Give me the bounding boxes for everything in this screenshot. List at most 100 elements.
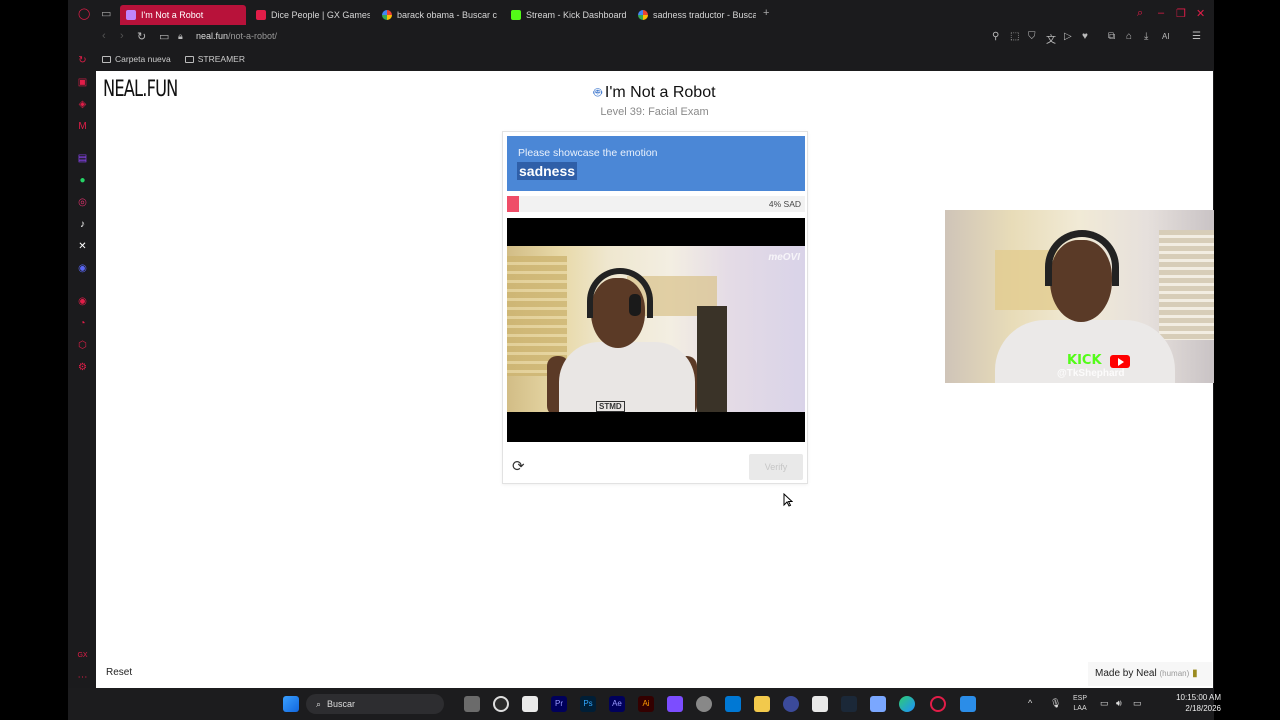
video-watermark: meOVI: [768, 252, 800, 263]
tab-label: sadness traductor - Busca: [653, 10, 756, 20]
vscode-icon[interactable]: [725, 696, 741, 712]
shield-icon[interactable]: ⛉: [1028, 31, 1036, 42]
edge-icon[interactable]: [899, 696, 915, 712]
lang-bottom: LAA: [1073, 705, 1087, 712]
made-by-note: (human): [1159, 669, 1190, 678]
search-tabs-icon[interactable]: ⌕: [1137, 7, 1143, 20]
ai-button[interactable]: AI: [1162, 32, 1170, 41]
refresh-challenge-icon[interactable]: ⟳: [512, 457, 525, 475]
heart-icon[interactable]: ♥: [1082, 31, 1088, 42]
tab-bar: ◯ ▭ I'm Not a Robot Dice People | GX Gam…: [68, 4, 1214, 26]
gx-favicon-icon: [256, 10, 266, 20]
meter-label: 4% SAD: [768, 199, 801, 209]
history-icon[interactable]: ◔: [77, 318, 88, 329]
task-view-icon[interactable]: [464, 696, 480, 712]
minimize-icon[interactable]: –: [1158, 7, 1164, 19]
url-field[interactable]: neal.fun/not-a-robot/: [196, 31, 277, 41]
emotion-prompt: Please showcase the emotion sadness: [507, 136, 805, 191]
app-icon[interactable]: [960, 696, 976, 712]
gamepad-icon[interactable]: ◈: [77, 99, 88, 110]
language-indicator[interactable]: ESP LAA: [1073, 694, 1087, 714]
search-placeholder: Buscar: [327, 699, 356, 709]
tab-label: Stream - Kick Dashboard: [526, 10, 627, 20]
restore-icon[interactable]: ❐: [1176, 7, 1186, 20]
new-tab-button[interactable]: +: [763, 7, 769, 19]
lang-top: ESP: [1073, 695, 1088, 702]
illustrator-icon[interactable]: Ai: [638, 696, 654, 712]
back-icon[interactable]: ‹: [102, 30, 106, 42]
player-icon[interactable]: ◉: [77, 296, 88, 307]
pin-icon[interactable]: ⚲: [992, 31, 999, 42]
extensions-icon[interactable]: ⧉: [1108, 31, 1115, 42]
app-icon[interactable]: [783, 696, 799, 712]
play-icon[interactable]: ▷: [1064, 31, 1072, 42]
file-explorer-icon[interactable]: [754, 696, 770, 712]
app-icon[interactable]: [696, 696, 712, 712]
opera-gx-icon[interactable]: [930, 696, 946, 712]
x-icon[interactable]: ✕: [77, 241, 88, 252]
more-icon[interactable]: ⋯: [77, 672, 88, 683]
verify-button[interactable]: Verify: [749, 454, 803, 480]
clock[interactable]: 10:15:00 AM 2/18/2026: [1155, 692, 1221, 714]
tiktok-icon[interactable]: ♪: [77, 219, 88, 230]
extensions-sidebar-icon[interactable]: ⬡: [77, 340, 88, 351]
instagram-icon[interactable]: ◎: [77, 197, 88, 208]
store-icon[interactable]: ▣: [77, 77, 88, 88]
bookmark-folder-streamer[interactable]: STREAMER: [184, 52, 245, 66]
shirt: [559, 342, 695, 412]
tab-barack-obama[interactable]: barack obama - Buscar c: [376, 5, 498, 25]
obsidian-icon[interactable]: [667, 696, 683, 712]
obs-icon[interactable]: [493, 696, 509, 712]
google-favicon-icon: [638, 10, 648, 20]
headset-earcup: [629, 294, 641, 316]
made-by-text: Made by Neal: [1095, 668, 1157, 679]
menu-icon[interactable]: ☰: [1192, 31, 1201, 42]
forward-icon[interactable]: ›: [120, 30, 124, 42]
volume-icon[interactable]: 🔊︎: [1116, 698, 1122, 708]
taskbar-search[interactable]: ⌕ Buscar: [306, 694, 444, 714]
translate-icon[interactable]: 文: [1046, 31, 1056, 46]
photoshop-icon[interactable]: Ps: [580, 696, 596, 712]
network-icon[interactable]: ▭: [1100, 698, 1109, 708]
youtube-icon: [1110, 355, 1130, 368]
mail-icon[interactable]: M: [77, 121, 88, 132]
reset-button[interactable]: Reset: [106, 667, 132, 678]
windows-start-icon[interactable]: [283, 696, 299, 712]
bookmark-label: Carpeta nueva: [115, 54, 171, 64]
microphone-icon[interactable]: 🎙︎: [1050, 698, 1061, 708]
chevron-up-icon[interactable]: ^: [1028, 698, 1032, 708]
tab-not-a-robot[interactable]: I'm Not a Robot: [120, 5, 246, 25]
tab-label: barack obama - Buscar c: [397, 10, 498, 20]
title-text: I'm Not a Robot: [604, 84, 716, 101]
app-icon[interactable]: [870, 696, 886, 712]
twitch-icon[interactable]: ▤: [77, 153, 88, 164]
wallet-icon[interactable]: ⌂: [1126, 31, 1132, 42]
meter-fill: [507, 196, 519, 212]
clock-time: 10:15:00 AM: [1176, 693, 1221, 702]
refresh-sidebar-icon[interactable]: ↻: [77, 55, 88, 66]
camera-icon[interactable]: ▭: [159, 30, 169, 43]
app-icon[interactable]: [522, 696, 538, 712]
level-subtitle: Level 39: Facial Exam: [600, 106, 709, 118]
tab-sadness-traductor[interactable]: sadness traductor - Busca: [632, 5, 756, 25]
premiere-icon[interactable]: Pr: [551, 696, 567, 712]
made-by-badge[interactable]: Made by Neal (human) ▮: [1088, 662, 1212, 686]
close-window-icon[interactable]: ✕: [1196, 7, 1205, 20]
reload-icon[interactable]: ↻: [137, 30, 146, 43]
bookmark-label: STREAMER: [197, 54, 245, 64]
tab-dice-people[interactable]: Dice People | GX Games: [250, 5, 370, 25]
snapshot-icon[interactable]: ⬚: [1010, 31, 1019, 42]
steam-icon[interactable]: [841, 696, 857, 712]
whatsapp-icon[interactable]: ●: [77, 175, 88, 186]
battery-icon[interactable]: ▭: [1133, 698, 1142, 708]
after-effects-icon[interactable]: Ae: [609, 696, 625, 712]
settings-icon[interactable]: ⚙: [77, 362, 88, 373]
download-icon[interactable]: ⤓: [1144, 31, 1148, 42]
streamer-handle: @TkShephard: [1057, 368, 1125, 379]
discord-icon[interactable]: ◉: [77, 263, 88, 274]
gx-icon[interactable]: GX: [77, 650, 88, 661]
tab-overview-icon[interactable]: ▭: [101, 7, 111, 20]
notepad-icon[interactable]: [812, 696, 828, 712]
tab-kick-dashboard[interactable]: Stream - Kick Dashboard: [505, 5, 629, 25]
bookmark-folder-carpeta[interactable]: Carpeta nueva: [102, 52, 171, 66]
